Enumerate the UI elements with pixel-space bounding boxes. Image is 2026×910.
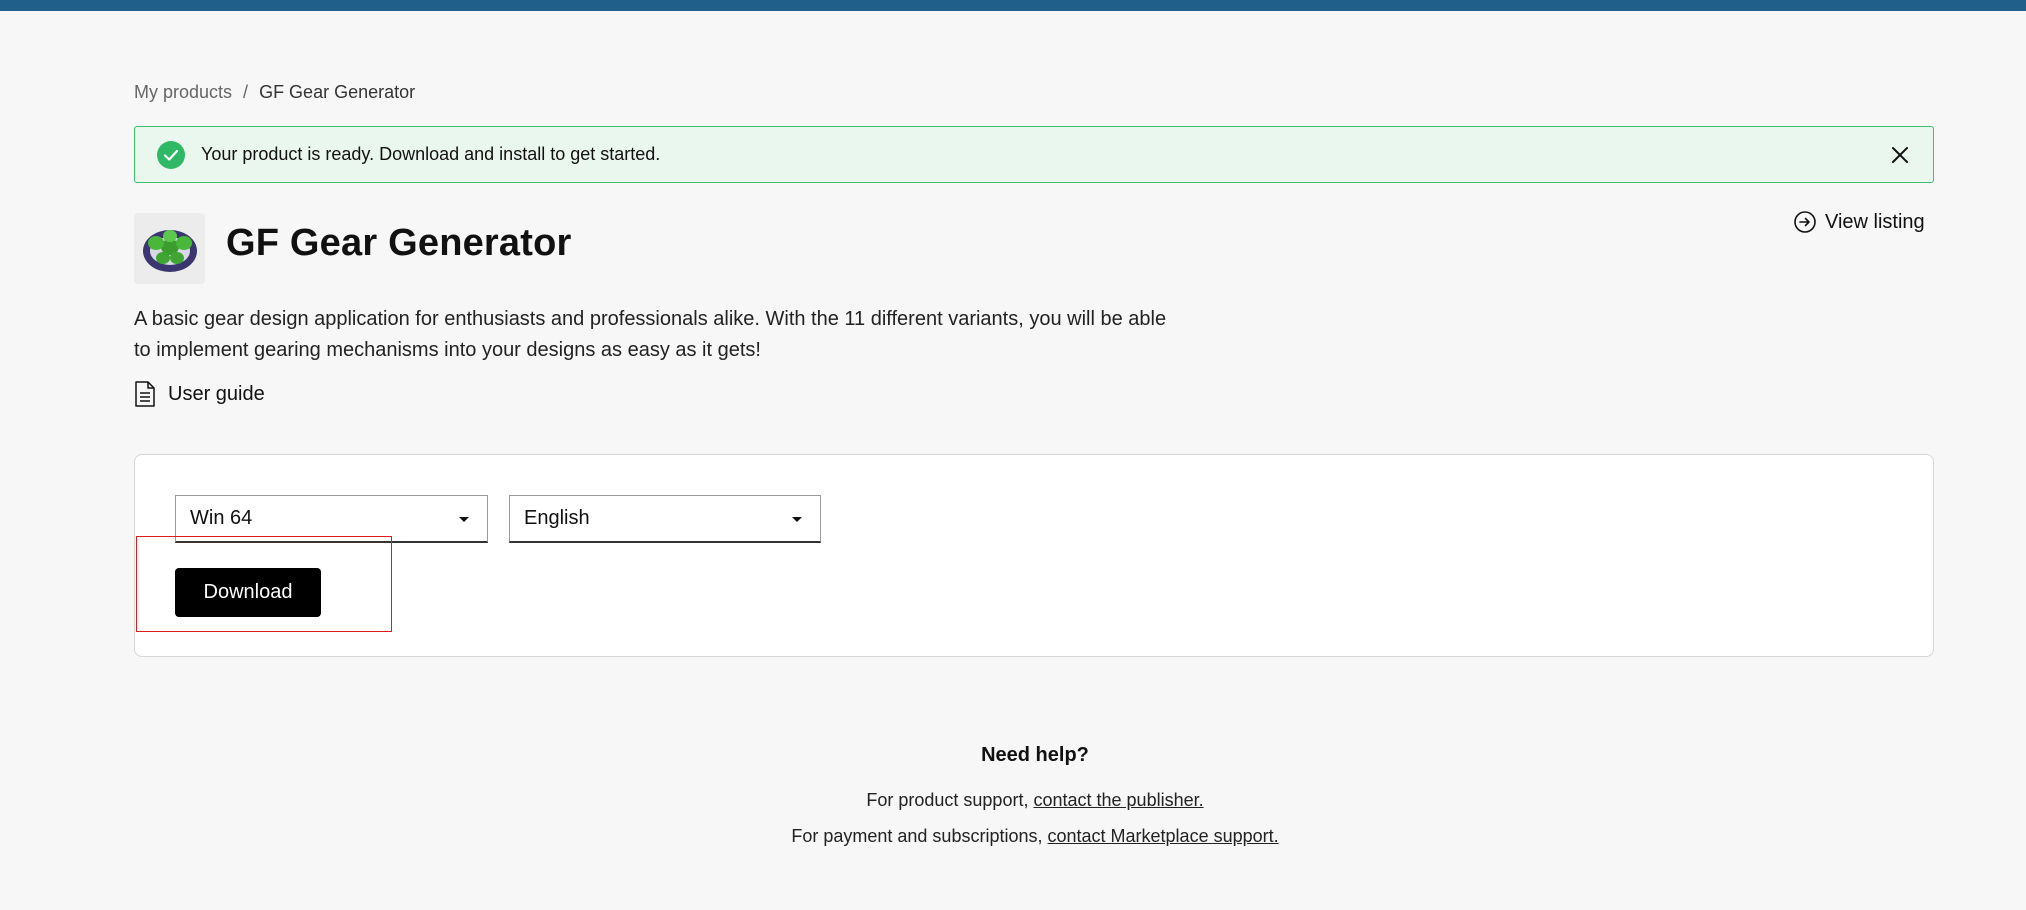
product-description: A basic gear design application for enth… [134, 308, 1167, 361]
breadcrumb-separator: / [243, 82, 249, 102]
payment-support-text: For payment and subscriptions, [791, 826, 1043, 846]
help-section: Need help? For product support, contact … [0, 744, 2026, 854]
os-select[interactable]: Win 64 [175, 495, 488, 543]
contact-publisher-link[interactable]: contact the publisher. [1033, 790, 1203, 810]
product-logo [134, 213, 205, 284]
payment-support-line: For payment and subscriptions, contact M… [0, 818, 2026, 854]
success-alert: Your product is ready. Download and inst… [134, 126, 1934, 183]
breadcrumb-my-products[interactable]: My products [134, 82, 232, 103]
os-select-value: Win 64 [190, 507, 253, 529]
top-bar [0, 0, 2026, 11]
help-title: Need help? [981, 744, 1089, 766]
product-support-text: For product support, [866, 790, 1029, 810]
contact-marketplace-link[interactable]: contact Marketplace support. [1048, 826, 1279, 846]
product-support-line: For product support, contact the publish… [0, 782, 2026, 818]
chevron-down-icon [792, 517, 802, 522]
gear-app-icon [142, 229, 197, 272]
breadcrumb: My products / GF Gear Generator [134, 82, 415, 103]
download-card: Win 64 English Download [134, 454, 1934, 657]
download-button[interactable]: Download [175, 568, 321, 617]
document-icon [135, 381, 155, 407]
view-listing-link[interactable]: View listing [1793, 210, 1925, 234]
check-circle-icon [157, 141, 185, 169]
arrow-circle-right-icon [1794, 211, 1816, 233]
alert-message: Your product is ready. Download and inst… [201, 144, 661, 164]
breadcrumb-current: GF Gear Generator [259, 82, 416, 102]
language-select[interactable]: English [509, 495, 821, 543]
close-icon[interactable] [1887, 142, 1913, 168]
user-guide-link[interactable]: User guide [134, 381, 265, 407]
view-listing-label: View listing [1825, 210, 1925, 233]
product-title: GF Gear Generator [226, 222, 572, 264]
chevron-down-icon [459, 517, 469, 522]
user-guide-label: User guide [168, 382, 265, 405]
language-select-value: English [524, 507, 590, 529]
